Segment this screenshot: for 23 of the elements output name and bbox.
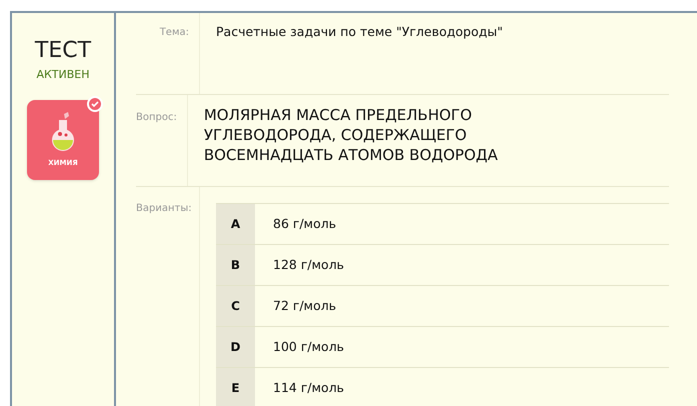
answer-option[interactable]: C 72 г/моль	[216, 285, 669, 326]
option-text: 114 г/моль	[272, 378, 344, 397]
answer-option[interactable]: B 128 г/моль	[216, 244, 669, 285]
question-text: МОЛЯРНАЯ МАССА ПРЕДЕЛЬНОГО УГЛЕВОДОРОДА, СОДЕРЖАЩЕГО ВОСЕМНАДЦАТЬ АТОМОВ ВОДОРОДА	[202, 105, 499, 166]
option-letter: E	[216, 368, 255, 406]
option-letter: C	[216, 286, 255, 326]
variants-label: Варианты:	[136, 187, 200, 406]
topic-value: Расчетные задачи по теме "Углеводороды"	[215, 23, 503, 41]
flask-icon	[50, 112, 76, 152]
answer-option[interactable]: E 114 г/моль	[216, 367, 669, 406]
option-letter: B	[216, 245, 255, 285]
answer-option[interactable]: D 100 г/моль	[216, 326, 669, 367]
option-text: 128 г/моль	[272, 256, 344, 274]
test-status: АКТИВЕН	[36, 67, 90, 83]
option-text: 86 г/моль	[272, 214, 336, 233]
option-text: 72 г/моль	[272, 296, 336, 315]
test-title: ТЕСТ	[34, 37, 92, 65]
option-letter: D	[216, 327, 255, 367]
option-text: 100 г/моль	[272, 338, 344, 356]
topic-label: Тема:	[136, 13, 200, 94]
answer-option[interactable]: A 86 г/моль	[216, 203, 669, 244]
question-label: Вопрос:	[136, 95, 188, 186]
option-letter: A	[216, 204, 255, 244]
